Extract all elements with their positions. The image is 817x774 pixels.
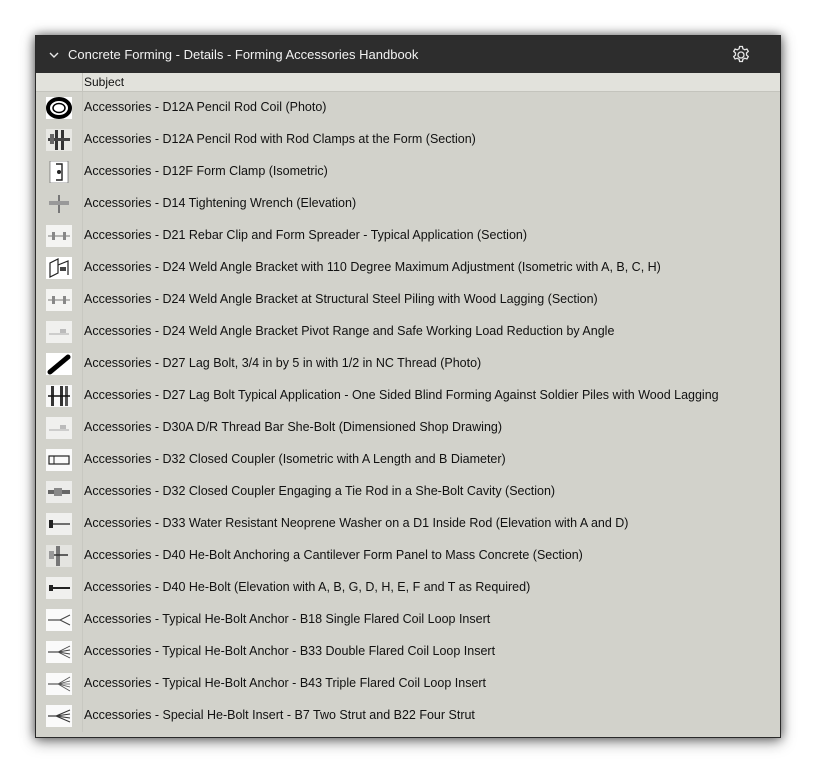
list-item[interactable]: Accessories - D27 Lag Bolt Typical Appli… [36,380,780,412]
list-item[interactable]: Accessories - D24 Weld Angle Bracket at … [36,284,780,316]
thumbnail-image[interactable] [45,481,73,503]
list-item[interactable]: Accessories - D14 Tightening Wrench (Ele… [36,188,780,220]
chevron-down-icon[interactable] [40,36,68,73]
list-item[interactable]: Accessories - D40 He-Bolt (Elevation wit… [36,572,780,604]
column-divider [82,668,83,700]
subject-text: Accessories - D40 He-Bolt Anchoring a Ca… [84,548,583,562]
thumbnail-image[interactable] [45,257,73,279]
column-divider [82,444,83,476]
thumbnail-image[interactable] [45,417,73,439]
column-divider [82,252,83,284]
subject-text: Accessories - D12F Form Clamp (Isometric… [84,164,328,178]
thumbnail-image[interactable] [45,289,73,311]
column-divider [82,188,83,220]
subject-text: Accessories - D14 Tightening Wrench (Ele… [84,196,357,210]
subject-text: Accessories - D24 Weld Angle Bracket at … [84,292,598,306]
thumbnail-image[interactable] [45,97,73,119]
list-item[interactable]: Accessories - D24 Weld Angle Bracket Piv… [36,316,780,348]
column-divider [82,604,83,636]
thumbnail-image[interactable] [45,385,73,407]
gear-icon[interactable] [730,44,752,66]
column-divider [82,380,83,412]
subject-text: Accessories - D12A Pencil Rod Coil (Phot… [84,100,327,114]
subject-text: Accessories - Typical He-Bolt Anchor - B… [84,612,491,626]
column-divider [82,73,83,91]
column-divider [82,476,83,508]
subject-text: Accessories - D27 Lag Bolt, 3/4 in by 5 … [84,356,482,370]
subject-text: Accessories - D12A Pencil Rod with Rod C… [84,132,476,146]
column-divider [82,284,83,316]
column-divider [82,156,83,188]
list-item[interactable]: Accessories - D32 Closed Coupler Engagin… [36,476,780,508]
thumbnail-image[interactable] [45,705,73,727]
list-item[interactable]: Accessories - Typical He-Bolt Anchor - B… [36,668,780,700]
list-item[interactable]: Accessories - D12A Pencil Rod Coil (Phot… [36,92,780,124]
list-item[interactable]: Accessories - Typical He-Bolt Anchor - B… [36,604,780,636]
thumbnail-image[interactable] [45,609,73,631]
column-divider [82,540,83,572]
subject-text: Accessories - D21 Rebar Clip and Form Sp… [84,228,528,242]
subject-text: Accessories - D24 Weld Angle Bracket wit… [84,260,661,274]
thumbnail-image[interactable] [45,513,73,535]
column-divider [82,572,83,604]
subject-text: Accessories - D24 Weld Angle Bracket Piv… [84,324,615,338]
thumbnail-image[interactable] [45,673,73,695]
list-item[interactable]: Accessories - D33 Water Resistant Neopre… [36,508,780,540]
thumbnail-image[interactable] [45,641,73,663]
subject-text: Accessories - Typical He-Bolt Anchor - B… [84,644,496,658]
thumbnail-image[interactable] [45,577,73,599]
subject-text: Accessories - Typical He-Bolt Anchor - B… [84,676,487,690]
handbook-panel: Concrete Forming - Details - Forming Acc… [35,35,781,738]
panel-header: Concrete Forming - Details - Forming Acc… [36,36,780,73]
subject-text: Accessories - D40 He-Bolt (Elevation wit… [84,580,531,594]
column-divider [82,316,83,348]
subject-text: Accessories - D30A D/R Thread Bar She-Bo… [84,420,503,434]
list-item[interactable]: Accessories - D24 Weld Angle Bracket wit… [36,252,780,284]
list-item[interactable]: Accessories - D32 Closed Coupler (Isomet… [36,444,780,476]
column-divider [82,700,83,732]
column-header: Subject [36,73,780,92]
thumbnail-image[interactable] [45,129,73,151]
thumbnail-image[interactable] [45,545,73,567]
column-divider [82,92,83,124]
subject-text: Accessories - Special He-Bolt Insert - B… [84,708,475,722]
subject-text: Accessories - D32 Closed Coupler (Isomet… [84,452,506,466]
list-item[interactable]: Accessories - D30A D/R Thread Bar She-Bo… [36,412,780,444]
panel-title: Concrete Forming - Details - Forming Acc… [68,47,419,62]
subject-text: Accessories - D33 Water Resistant Neopre… [84,516,629,530]
thumbnail-image[interactable] [45,449,73,471]
list-item[interactable]: Accessories - D21 Rebar Clip and Form Sp… [36,220,780,252]
thumbnail-image[interactable] [45,321,73,343]
thumbnail-image[interactable] [45,225,73,247]
list-item[interactable]: Accessories - Typical He-Bolt Anchor - B… [36,636,780,668]
thumbnail-image[interactable] [45,353,73,375]
list-item[interactable]: Accessories - Special He-Bolt Insert - B… [36,700,780,732]
column-divider [82,348,83,380]
list-item[interactable]: Accessories - D12A Pencil Rod with Rod C… [36,124,780,156]
column-subject-header[interactable]: Subject [84,75,124,89]
list-item[interactable]: Accessories - D12F Form Clamp (Isometric… [36,156,780,188]
subject-list: Accessories - D12A Pencil Rod Coil (Phot… [36,92,780,732]
column-divider [82,124,83,156]
column-divider [82,508,83,540]
list-item[interactable]: Accessories - D40 He-Bolt Anchoring a Ca… [36,540,780,572]
subject-text: Accessories - D32 Closed Coupler Engagin… [84,484,556,498]
list-item[interactable]: Accessories - D27 Lag Bolt, 3/4 in by 5 … [36,348,780,380]
thumbnail-image[interactable] [45,193,73,215]
thumbnail-image[interactable] [45,161,73,183]
column-divider [82,636,83,668]
subject-text: Accessories - D27 Lag Bolt Typical Appli… [84,388,719,402]
column-divider [82,412,83,444]
column-divider [82,220,83,252]
